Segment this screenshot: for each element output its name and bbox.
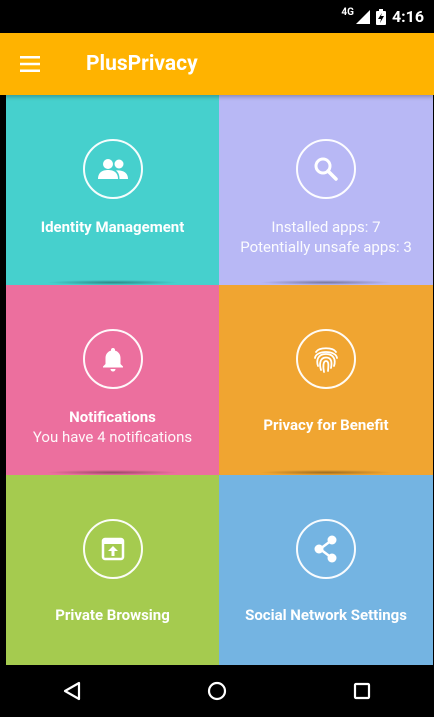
clock: 4:16 — [391, 7, 424, 26]
tile-installed-apps[interactable]: Installed apps: 7 Potentially unsafe app… — [219, 95, 433, 285]
notifications-count: You have 4 notifications — [32, 428, 193, 446]
app-title: PlusPrivacy — [86, 52, 198, 76]
search-icon — [296, 139, 356, 199]
bell-icon — [82, 329, 143, 389]
tile-privacy-for-benefit[interactable]: Privacy for Benefit — [219, 285, 433, 475]
recents-button[interactable] — [332, 665, 392, 717]
installed-apps-count: Installed apps: 7 — [271, 218, 381, 236]
tile-notifications[interactable]: Notifications You have 4 notifications — [6, 285, 219, 475]
home-circle-icon — [207, 681, 227, 701]
browser-icon — [82, 519, 143, 579]
menu-button[interactable] — [0, 33, 60, 95]
app-bar: PlusPrivacy — [0, 33, 434, 95]
unsafe-apps-count: Potentially unsafe apps: 3 — [240, 238, 412, 256]
tile-title: Private Browsing — [55, 606, 170, 624]
dashboard-grid: Identity Management Installed apps: 7 Po… — [6, 95, 433, 665]
network-type: 4G — [341, 7, 354, 18]
tile-social-network-settings[interactable]: Social Network Settings — [219, 475, 433, 665]
status-bar: 4G 4:16 — [0, 0, 434, 33]
tile-title: Notifications — [69, 408, 156, 426]
people-icon — [82, 139, 143, 199]
fingerprint-icon — [296, 329, 356, 389]
signal-icon — [355, 9, 370, 24]
home-button[interactable] — [187, 665, 247, 717]
battery-icon — [375, 8, 386, 25]
share-icon — [296, 519, 356, 579]
tile-title: Social Network Settings — [245, 606, 407, 624]
tile-title: Identity Management — [40, 218, 185, 236]
tile-title: Privacy for Benefit — [263, 416, 389, 434]
hamburger-icon — [20, 56, 40, 72]
recents-square-icon — [353, 682, 370, 700]
tile-identity-management[interactable]: Identity Management — [6, 95, 219, 285]
back-button[interactable] — [42, 665, 102, 717]
back-triangle-icon — [64, 681, 81, 701]
tile-private-browsing[interactable]: Private Browsing — [6, 475, 219, 665]
navigation-bar — [0, 665, 434, 717]
